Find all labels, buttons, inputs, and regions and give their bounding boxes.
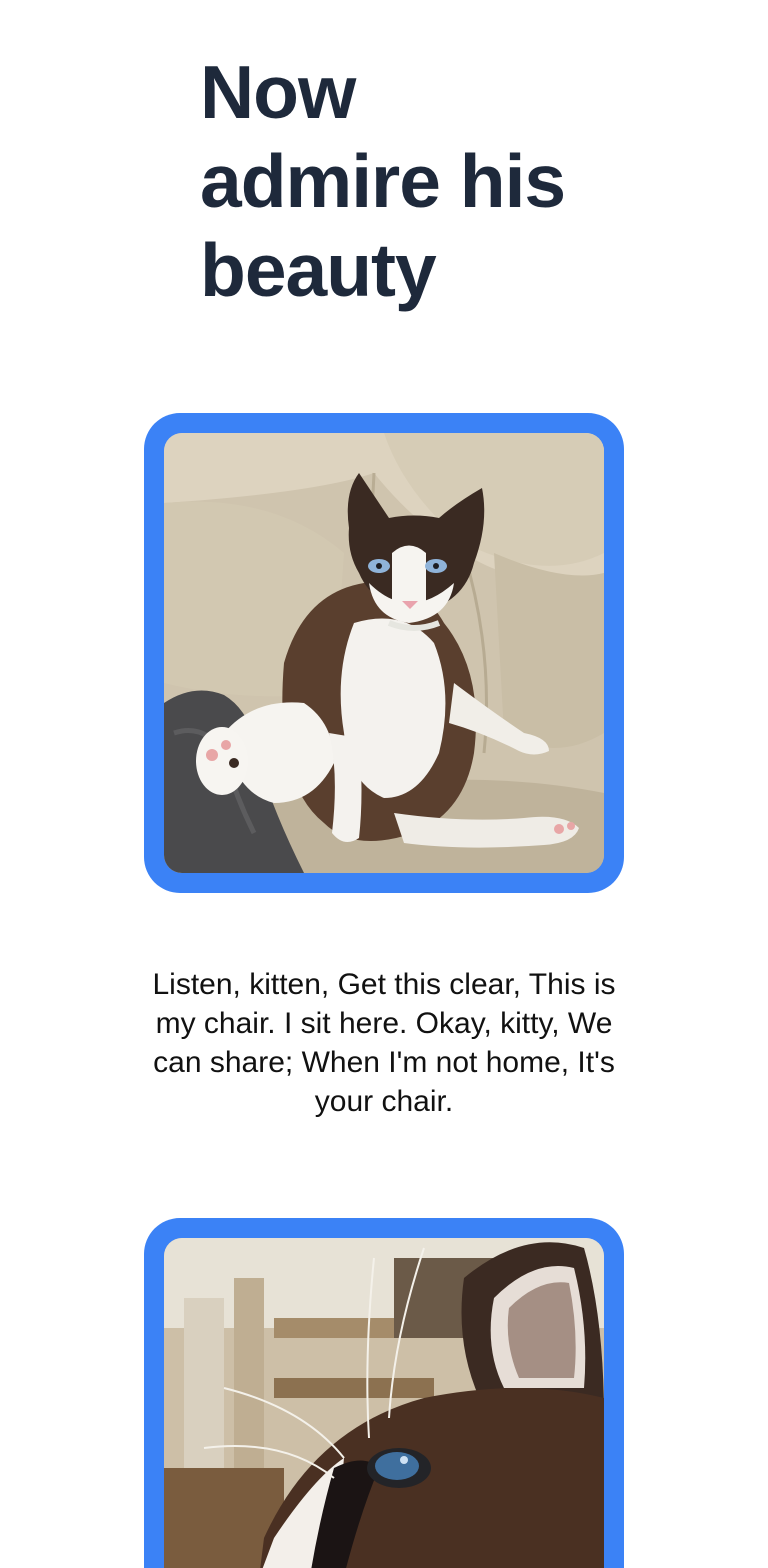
poem-caption: Listen, kitten, Get this clear, This is …	[152, 968, 616, 1118]
title-line: beauty	[200, 228, 437, 312]
photo-card	[144, 413, 624, 893]
title-line: admire his	[200, 139, 566, 223]
photo-card	[144, 1218, 624, 1568]
section-title: Now admire his beauty	[200, 48, 600, 315]
cat-sitting-photo	[164, 433, 604, 873]
title-line: Now	[200, 50, 356, 134]
cat-closeup-photo	[164, 1238, 604, 1568]
